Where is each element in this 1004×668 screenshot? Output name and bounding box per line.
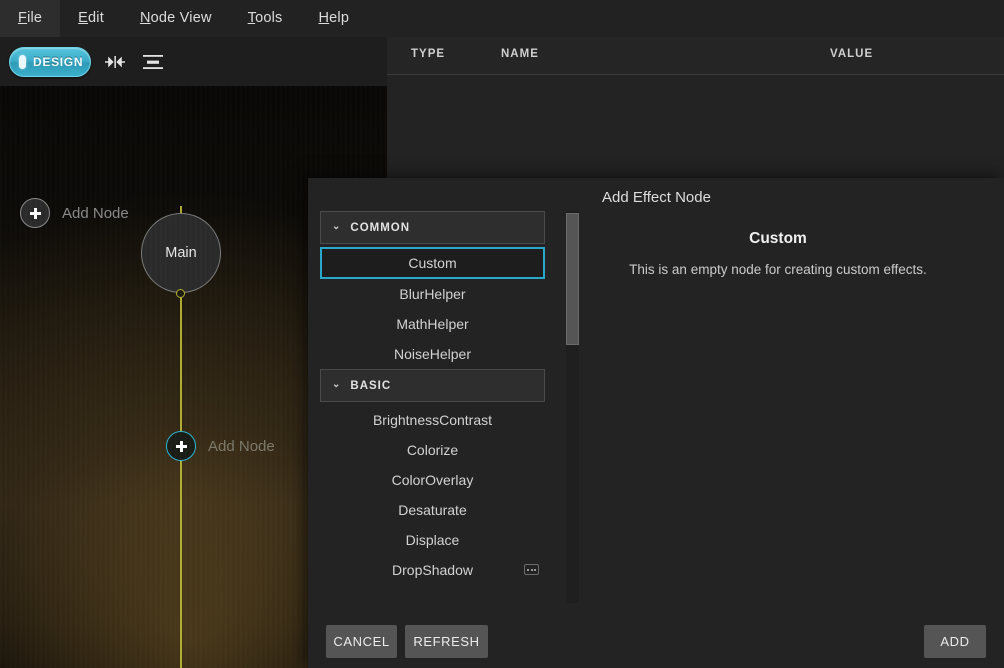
list-item[interactable]: BlurHelper xyxy=(320,279,545,309)
plus-icon xyxy=(166,431,196,461)
plus-icon xyxy=(20,198,50,228)
detail-node-description: This is an empty node for creating custo… xyxy=(558,262,998,277)
add-effect-node-dialog: Add Effect Node Custom This is an empty … xyxy=(308,178,1004,668)
add-node-label-mid: Add Node xyxy=(208,438,275,455)
menu-mnemonic: H xyxy=(319,10,330,26)
menu-file[interactable]: File xyxy=(0,0,60,37)
align-list-icon[interactable] xyxy=(139,48,167,76)
chevron-down-icon: ⌄ xyxy=(332,379,341,390)
menu-mnemonic: F xyxy=(18,10,27,26)
menu-mnemonic: N xyxy=(140,10,151,26)
list-item[interactable]: MathHelper xyxy=(320,309,545,339)
list-scrollbar-thumb[interactable] xyxy=(566,213,579,345)
menu-label-rest: elp xyxy=(329,10,349,26)
list-item-label: BrightnessContrast xyxy=(373,412,492,428)
list-scrollbar-track[interactable] xyxy=(566,211,579,603)
menu-tools[interactable]: Tools xyxy=(230,0,301,37)
effect-node-list-viewport[interactable]: ⌄ COMMON Custom BlurHelper MathHelper NoiseHe… xyxy=(320,211,560,603)
design-indicator-icon xyxy=(19,55,26,69)
property-table-header: TYPE NAME VALUE xyxy=(387,37,1004,75)
column-header-name: NAME xyxy=(501,48,539,60)
list-item-label: Colorize xyxy=(407,442,458,458)
menu-label-rest: dit xyxy=(88,10,104,26)
list-item[interactable]: NoiseHelper xyxy=(320,339,545,369)
list-item-label: MathHelper xyxy=(396,316,468,332)
group-header-common[interactable]: ⌄ COMMON xyxy=(320,211,545,244)
list-item[interactable]: DropShadow xyxy=(320,555,545,585)
cancel-button[interactable]: CANCEL xyxy=(326,625,397,658)
menu-mnemonic: E xyxy=(78,10,88,26)
group-header-basic[interactable]: ⌄ BASIC xyxy=(320,369,545,402)
list-item-label: DropShadow xyxy=(392,562,473,578)
more-options-icon[interactable] xyxy=(524,564,539,575)
list-item[interactable]: Custom xyxy=(320,247,545,279)
list-item[interactable]: Desaturate xyxy=(320,495,545,525)
refresh-button[interactable]: REFRESH xyxy=(405,625,488,658)
list-item[interactable]: Colorize xyxy=(320,435,545,465)
node-output-port[interactable] xyxy=(176,289,185,298)
menu-label-rest: ode View xyxy=(151,10,212,26)
list-item[interactable] xyxy=(320,585,545,603)
group-header-label: BASIC xyxy=(350,380,391,392)
design-button-label: DESIGN xyxy=(33,55,83,69)
design-mode-button[interactable]: DESIGN xyxy=(9,47,91,77)
column-header-type: TYPE xyxy=(411,48,445,60)
menu-node-view[interactable]: Node View xyxy=(122,0,230,37)
list-item[interactable]: Displace xyxy=(320,525,545,555)
column-header-value: VALUE xyxy=(830,48,873,60)
group-header-label: COMMON xyxy=(350,222,410,234)
menu-help[interactable]: Help xyxy=(301,0,368,37)
chevron-down-icon: ⌄ xyxy=(332,221,341,232)
list-item[interactable]: BrightnessContrast xyxy=(320,405,545,435)
list-item-label: BlurHelper xyxy=(399,286,465,302)
fit-horizontal-icon[interactable] xyxy=(101,48,129,76)
list-item-label: ColorOverlay xyxy=(392,472,474,488)
detail-node-name: Custom xyxy=(568,230,988,248)
node-main-label: Main xyxy=(165,245,196,261)
application-window: FileEditNode ViewToolsHelp DESIGN Main xyxy=(0,0,1004,668)
list-item-label: Custom xyxy=(408,255,456,271)
menu-edit[interactable]: Edit xyxy=(60,0,122,37)
toolbar: DESIGN xyxy=(0,37,387,86)
add-node-button-top[interactable]: Add Node xyxy=(20,198,129,228)
list-item-label: NoiseHelper xyxy=(394,346,471,362)
dialog-title: Add Effect Node xyxy=(602,189,711,206)
list-item-label: Desaturate xyxy=(398,502,466,518)
menu-bar: FileEditNode ViewToolsHelp xyxy=(0,0,1004,37)
menu-label-rest: ools xyxy=(255,10,282,26)
add-button[interactable]: ADD xyxy=(924,625,986,658)
menu-label-rest: ile xyxy=(27,10,42,26)
add-node-button-mid[interactable]: Add Node xyxy=(166,431,275,461)
list-item[interactable]: ColorOverlay xyxy=(320,465,545,495)
node-main[interactable]: Main xyxy=(141,213,221,293)
add-node-label-top: Add Node xyxy=(62,205,129,222)
menu-mnemonic: T xyxy=(248,10,255,26)
list-item-label: Displace xyxy=(406,532,460,548)
